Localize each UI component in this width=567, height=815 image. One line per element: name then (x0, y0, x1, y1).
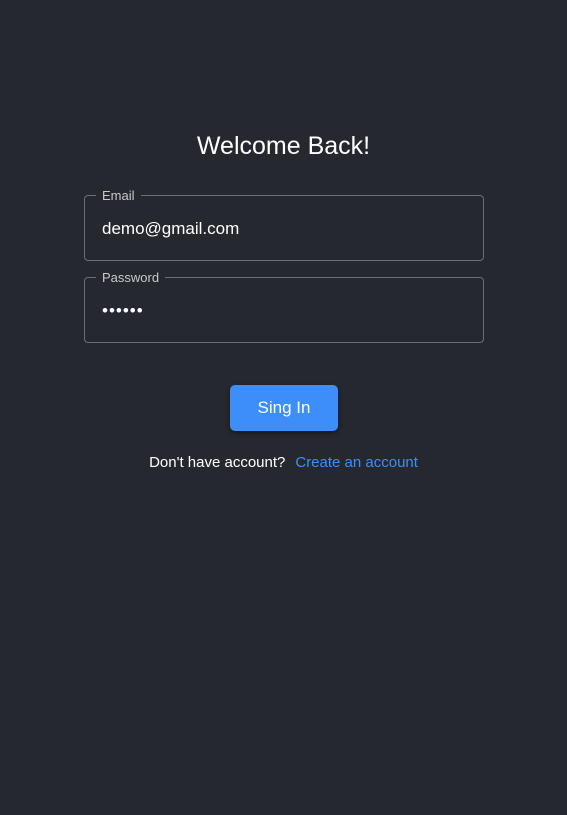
create-account-link[interactable]: Create an account (295, 454, 418, 471)
email-value[interactable]: demo@gmail.com (102, 218, 239, 240)
signup-prompt-text: Don't have account? (149, 454, 286, 471)
signup-prompt-row: Don't have account? Create an account (0, 452, 567, 474)
email-field[interactable]: Email demo@gmail.com (84, 188, 484, 261)
password-label: Password (96, 270, 166, 286)
sign-in-button[interactable]: Sing In (230, 385, 338, 431)
email-label: Email (96, 188, 141, 204)
page-title: Welcome Back! (196, 132, 371, 160)
password-field[interactable]: Password •••••• (84, 270, 484, 343)
password-value[interactable]: •••••• (102, 300, 144, 322)
